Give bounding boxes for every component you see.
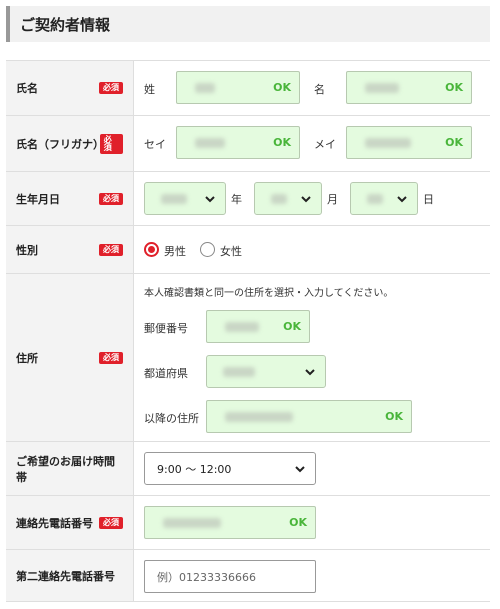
postal-code-input[interactable]: OK xyxy=(206,310,310,343)
kana-label: 氏名（フリガナ） xyxy=(16,137,104,151)
chevron-down-icon xyxy=(205,196,215,203)
contract-form: 氏名 必須 姓 OK 名 OK 氏名（フリガナ） 必須 セイ OK メイ OK … xyxy=(6,60,490,602)
label-cell-gender: 性別 必須 xyxy=(6,226,134,273)
section-header: ご契約者情報 xyxy=(6,6,490,42)
chevron-down-icon xyxy=(305,369,315,376)
delivery-time-select[interactable]: 9:00 〜 12:00 xyxy=(144,452,316,485)
prefecture-label: 都道府県 xyxy=(144,367,188,380)
birth-day-select[interactable] xyxy=(350,182,418,215)
row-name: 氏名 必須 姓 OK 名 OK xyxy=(6,60,490,116)
year-unit: 年 xyxy=(231,193,242,206)
secondary-phone-label: 第二連絡先電話番号 xyxy=(16,569,115,583)
last-kana-label: セイ xyxy=(144,138,166,151)
first-kana-label: メイ xyxy=(314,138,336,151)
row-birthdate: 生年月日 必須 年 月 日 xyxy=(6,172,490,226)
last-name-label: 姓 xyxy=(144,83,155,96)
gender-option-male[interactable]: 男性 xyxy=(164,243,186,259)
row-secondary-phone: 第二連絡先電話番号 例）01233336666 xyxy=(6,550,490,602)
radio-unselected-icon[interactable] xyxy=(200,242,215,257)
street-address-input[interactable]: OK xyxy=(206,400,412,433)
ok-indicator: OK xyxy=(273,81,291,94)
label-cell-secondary-phone: 第二連絡先電話番号 xyxy=(6,550,134,601)
month-unit: 月 xyxy=(327,193,338,206)
label-cell-kana: 氏名（フリガナ） 必須 xyxy=(6,116,134,171)
secondary-phone-placeholder: 例）01233336666 xyxy=(157,570,256,584)
address-note: 本人確認書類と同一の住所を選択・入力してください。 xyxy=(144,288,394,299)
ok-indicator: OK xyxy=(385,410,403,423)
postal-code-label: 郵便番号 xyxy=(144,322,188,335)
street-address-label: 以降の住所 xyxy=(144,412,199,425)
ok-indicator: OK xyxy=(445,136,463,149)
address-label: 住所 xyxy=(16,351,38,365)
label-cell-address: 住所 必須 xyxy=(6,274,134,441)
required-badge: 必須 xyxy=(99,82,123,94)
row-kana: 氏名（フリガナ） 必須 セイ OK メイ OK xyxy=(6,116,490,172)
gender-option-female[interactable]: 女性 xyxy=(220,243,242,259)
required-badge: 必須 xyxy=(99,516,123,529)
delivery-time-value: 9:00 〜 12:00 xyxy=(157,462,232,476)
ok-indicator: OK xyxy=(445,81,463,94)
row-delivery-time: ご希望のお届け時間帯 9:00 〜 12:00 xyxy=(6,442,490,496)
delivery-time-label: ご希望のお届け時間帯 xyxy=(16,454,115,484)
required-badge: 必須 xyxy=(99,351,123,364)
birth-year-select[interactable] xyxy=(144,182,226,215)
phone-input[interactable]: OK xyxy=(144,506,316,539)
prefecture-select[interactable] xyxy=(206,355,326,388)
row-phone: 連絡先電話番号 必須 OK xyxy=(6,496,490,550)
first-name-label: 名 xyxy=(314,83,325,96)
label-cell-phone: 連絡先電話番号 必須 xyxy=(6,496,134,549)
chevron-down-icon xyxy=(397,196,407,203)
phone-label: 連絡先電話番号 xyxy=(16,516,93,530)
secondary-phone-input[interactable]: 例）01233336666 xyxy=(144,560,316,593)
section-title: ご契約者情報 xyxy=(20,15,111,34)
ok-indicator: OK xyxy=(273,136,291,149)
label-cell-name: 氏名 必須 xyxy=(6,61,134,115)
day-unit: 日 xyxy=(423,193,434,206)
radio-selected-icon[interactable] xyxy=(144,242,159,257)
last-name-input[interactable]: OK xyxy=(176,71,300,104)
ok-indicator: OK xyxy=(283,320,301,333)
row-address: 住所 必須 本人確認書類と同一の住所を選択・入力してください。 郵便番号 OK … xyxy=(6,274,490,442)
birth-month-select[interactable] xyxy=(254,182,322,215)
birthdate-label: 生年月日 xyxy=(16,192,60,206)
required-badge: 必須 xyxy=(99,243,123,256)
label-cell-delivery-time: ご希望のお届け時間帯 xyxy=(6,442,134,495)
last-kana-input[interactable]: OK xyxy=(176,126,300,159)
name-label: 氏名 xyxy=(16,82,38,95)
chevron-down-icon xyxy=(295,466,305,473)
first-name-input[interactable]: OK xyxy=(346,71,472,104)
gender-label: 性別 xyxy=(16,243,38,257)
first-kana-input[interactable]: OK xyxy=(346,126,472,159)
row-gender: 性別 必須 男性 女性 xyxy=(6,226,490,274)
chevron-down-icon xyxy=(301,196,311,203)
label-cell-birthdate: 生年月日 必須 xyxy=(6,172,134,225)
required-badge: 必須 xyxy=(99,192,123,205)
required-badge: 必須 xyxy=(99,133,123,154)
ok-indicator: OK xyxy=(289,516,307,529)
